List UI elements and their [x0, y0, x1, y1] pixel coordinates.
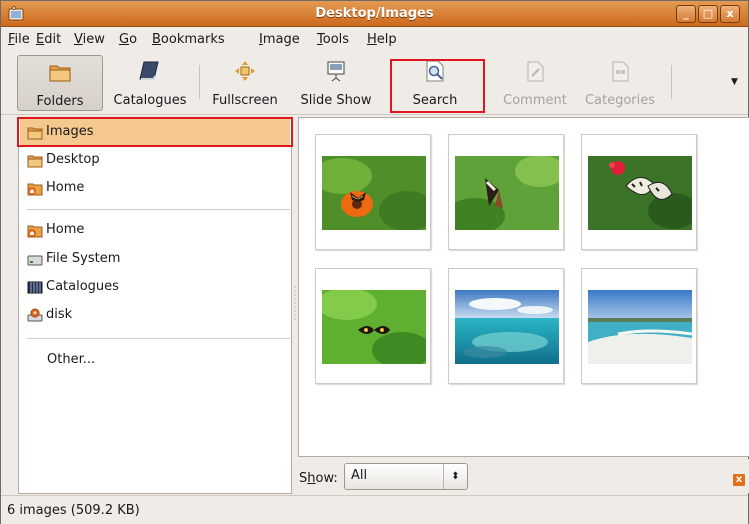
menu-go[interactable]: Go [119, 32, 137, 47]
show-filter-bar: Show: All ⬍ x [298, 459, 749, 493]
menu-tools[interactable]: Tools [317, 32, 349, 47]
toolbar-separator [671, 65, 672, 99]
menu-bar: File Edit View Go Bookmarks Image Tools … [1, 28, 748, 51]
thumbnail-butterfly-orange-flower[interactable] [315, 134, 431, 250]
places-sidebar: Images Desktop Home Home File System Cat… [18, 117, 292, 494]
slideshow-button[interactable]: Slide Show [295, 55, 377, 111]
folder-icon [27, 155, 43, 168]
image-thumbnail [588, 156, 692, 230]
sidebar-item-other[interactable]: Other... [47, 352, 95, 367]
sidebar-item-catalogues[interactable]: Catalogues [20, 274, 290, 301]
harddisk-icon [27, 255, 43, 266]
search-highlight-box [390, 59, 485, 113]
folders-button[interactable]: Folders [17, 55, 103, 111]
categories-icon [612, 61, 629, 82]
thumbnail-white-beach[interactable] [581, 268, 697, 384]
status-bar: 6 images (509.2 KB) [1, 495, 748, 524]
thumbnail-reef-ocean[interactable] [448, 268, 564, 384]
spinner-arrows-icon: ⬍ [443, 464, 467, 489]
book-icon [139, 61, 159, 80]
categories-button[interactable]: Categories [577, 55, 663, 111]
sidebar-item-file-system[interactable]: File System [20, 246, 290, 273]
image-thumbnail [455, 156, 559, 230]
close-filter-icon[interactable]: x [733, 474, 745, 486]
image-thumbnail [322, 156, 426, 230]
maximize-button[interactable]: □ [698, 5, 718, 23]
title-bar[interactable]: Desktop/Images _ □ x [1, 1, 748, 27]
minimize-button[interactable]: _ [676, 5, 696, 23]
menu-help[interactable]: Help [367, 32, 397, 47]
thumbnail-grid [298, 117, 749, 457]
sidebar-item-home[interactable]: Home [20, 175, 290, 202]
toolbar-separator [199, 65, 200, 99]
window-title: Desktop/Images [315, 6, 434, 21]
menu-file[interactable]: File [8, 32, 30, 47]
comment-icon [527, 61, 544, 82]
comment-button[interactable]: Comment [497, 55, 573, 111]
catalogues-icon [27, 281, 43, 294]
close-button[interactable]: x [720, 5, 740, 23]
thumbnail-butterfly-dark-leaves[interactable] [315, 268, 431, 384]
menu-bookmarks[interactable]: Bookmarks [152, 32, 225, 47]
slideshow-icon [327, 61, 345, 82]
toolbar-overflow-icon[interactable]: ▼ [731, 77, 738, 87]
catalogues-button[interactable]: Catalogues [109, 55, 191, 111]
image-thumbnail [588, 290, 692, 364]
menu-edit[interactable]: Edit [36, 32, 61, 47]
folder-icon [49, 65, 71, 82]
sidebar-separator [27, 338, 290, 339]
fullscreen-icon [235, 61, 255, 81]
thumbnail-butterfly-red-flower[interactable] [581, 134, 697, 250]
show-label: Show: [299, 471, 338, 486]
status-text: 6 images (509.2 KB) [7, 503, 140, 518]
sidebar-item-desktop[interactable]: Desktop [20, 147, 290, 174]
sidebar-item-home[interactable]: Home [20, 217, 290, 244]
home-folder-icon [27, 225, 43, 238]
sidebar-item-disk[interactable]: disk [20, 302, 290, 329]
images-highlight-box [17, 117, 293, 147]
home-folder-icon [27, 183, 43, 196]
menu-image[interactable]: Image [259, 32, 300, 47]
menu-view[interactable]: View [74, 32, 105, 47]
image-thumbnail [455, 290, 559, 364]
app-window: Desktop/Images _ □ x File Edit View Go B… [0, 0, 749, 524]
image-thumbnail [322, 290, 426, 364]
removable-disk-icon [27, 308, 43, 322]
show-filter-select[interactable]: All ⬍ [344, 463, 468, 490]
sidebar-separator [27, 209, 290, 210]
thumbnail-butterfly-green-leaves[interactable] [448, 134, 564, 250]
toolbar: Folders Catalogues Fullscreen Slide Show [1, 51, 748, 115]
fullscreen-button[interactable]: Fullscreen [203, 55, 287, 111]
